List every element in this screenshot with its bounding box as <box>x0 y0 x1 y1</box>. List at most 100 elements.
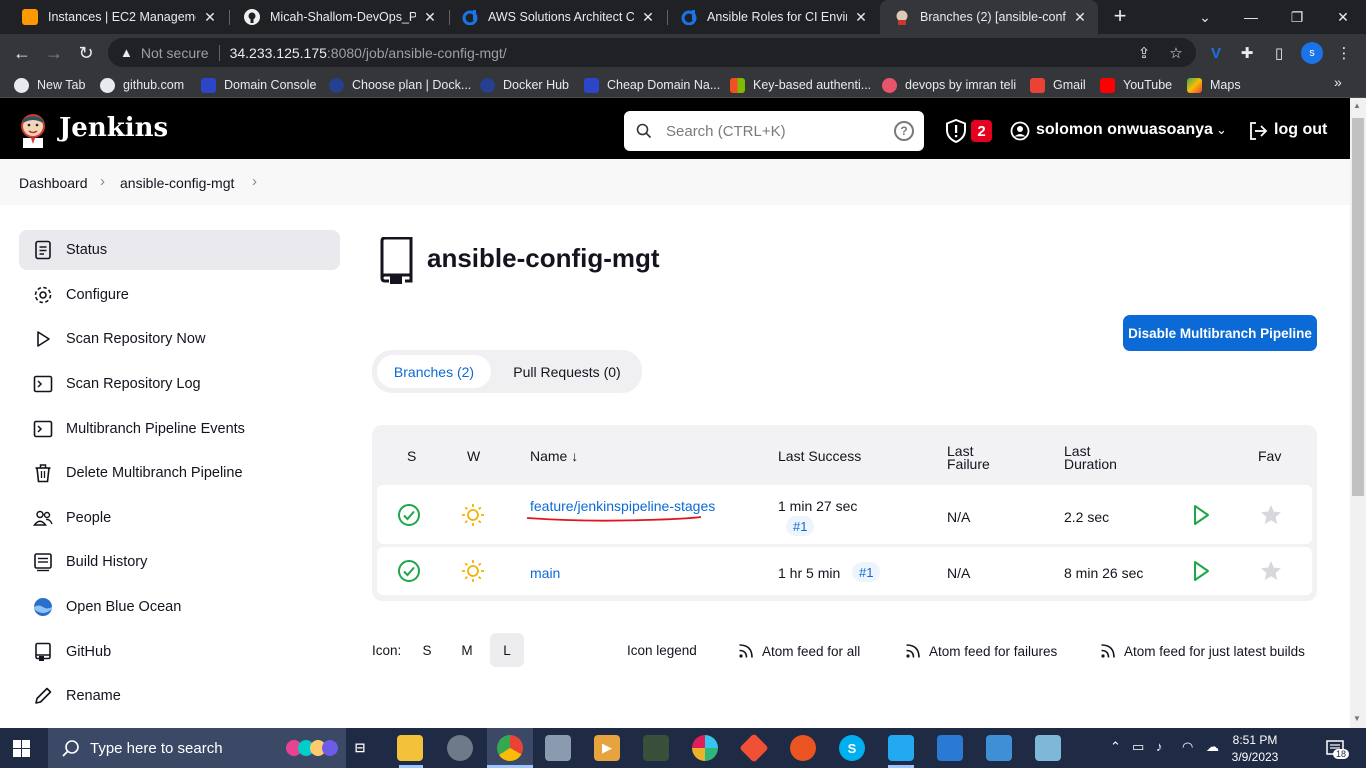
atom-feed-failures-link[interactable]: Atom feed for failures <box>905 643 1057 659</box>
scroll-down-icon[interactable]: ▼ <box>1353 714 1361 723</box>
scroll-up-icon[interactable]: ▲ <box>1353 101 1361 110</box>
media-player-icon[interactable]: ▶ <box>594 735 620 761</box>
icon-size-small[interactable]: S <box>410 633 444 667</box>
close-icon[interactable]: ✕ <box>1072 9 1088 26</box>
logout-icon[interactable] <box>1248 121 1268 141</box>
chevron-right-icon[interactable]: › <box>252 173 257 190</box>
browser-tab-branches[interactable]: Branches (2) [ansible-config- ✕ <box>880 0 1098 34</box>
column-header-weather[interactable]: W <box>467 449 480 463</box>
security-shield-icon[interactable] <box>945 119 967 143</box>
search-box[interactable]: ? <box>624 111 924 151</box>
sidebar-item-scan-now[interactable]: Scan Repository Now <box>19 319 340 359</box>
jenkins-logo-icon[interactable] <box>17 112 49 148</box>
bookmark-docker-hub[interactable]: Docker Hub <box>480 76 569 94</box>
browser-tab-ec2[interactable]: Instances | EC2 Management ✕ <box>8 0 228 34</box>
icon-size-large[interactable]: L <box>490 633 524 667</box>
column-header-last-failure[interactable]: Last Failure <box>947 444 990 471</box>
column-header-last-success[interactable]: Last Success <box>778 449 861 463</box>
play-icon[interactable] <box>1189 559 1213 583</box>
battery-icon[interactable]: ▭ <box>1132 739 1144 755</box>
disable-pipeline-button[interactable]: Disable Multibranch Pipeline <box>1123 315 1317 351</box>
bookmark-devops-imran[interactable]: devops by imran teli <box>882 76 1016 94</box>
forward-button[interactable]: → <box>41 40 67 66</box>
notepad-icon[interactable] <box>1035 735 1061 761</box>
bookmark-new-tab[interactable]: New Tab <box>14 76 85 94</box>
share-icon[interactable]: ⇪ <box>1134 43 1154 63</box>
slack-icon[interactable] <box>692 735 718 761</box>
vscode-icon[interactable] <box>888 735 914 761</box>
snip-tool-icon[interactable] <box>447 735 473 761</box>
system-clock[interactable]: 8:51 PM 3/9/2023 <box>1230 732 1280 766</box>
side-panel-icon[interactable]: ▯ <box>1269 43 1289 63</box>
tab-search-chevron-icon[interactable]: ⌄ <box>1182 0 1228 34</box>
bookmark-domain-console[interactable]: Domain Console <box>201 76 316 94</box>
chrome-icon[interactable] <box>497 735 523 761</box>
chevron-down-icon[interactable]: ⌄ <box>1216 122 1227 138</box>
wifi-icon[interactable]: ◠ <box>1182 739 1193 755</box>
bookmark-key-auth[interactable]: Key-based authenti... <box>730 76 871 94</box>
sidebar-item-people[interactable]: People <box>19 498 340 538</box>
window-close-button[interactable]: ✕ <box>1320 0 1366 34</box>
reload-button[interactable]: ↻ <box>73 40 99 66</box>
warning-icon[interactable]: ▲ <box>120 45 133 60</box>
column-header-status[interactable]: S <box>407 449 416 463</box>
search-input[interactable] <box>666 122 876 140</box>
breadcrumb-dashboard[interactable]: Dashboard <box>19 175 88 191</box>
jenkins-brand[interactable]: Jenkins <box>59 113 168 143</box>
address-bar[interactable]: ▲ Not secure 34.233.125.175:8080/job/ans… <box>108 38 1196 67</box>
icon-legend-link[interactable]: Icon legend <box>627 643 697 658</box>
build-number-link[interactable]: #1 <box>786 516 815 536</box>
tab-branches[interactable]: Branches (2) <box>377 355 491 388</box>
back-button[interactable]: ← <box>9 40 35 66</box>
browser-tab-github[interactable]: Micah-Shallom-DevOps_Proj ✕ <box>230 0 448 34</box>
breadcrumb-project[interactable]: ansible-config-mgt <box>120 175 234 191</box>
close-icon[interactable]: ✕ <box>853 9 869 26</box>
tab-pull-requests[interactable]: Pull Requests (0) <box>502 355 632 388</box>
atom-feed-all-link[interactable]: Atom feed for all <box>738 643 860 659</box>
close-icon[interactable]: ✕ <box>422 9 438 26</box>
sidebar-item-scan-log[interactable]: Scan Repository Log <box>19 364 340 404</box>
user-icon[interactable] <box>1010 121 1030 141</box>
file-explorer-icon[interactable] <box>397 735 423 761</box>
sidebar-item-configure[interactable]: Configure <box>19 275 340 315</box>
sidebar-item-pipeline-events[interactable]: Multibranch Pipeline Events <box>19 409 340 449</box>
bookmark-cheap-domain[interactable]: Cheap Domain Na... <box>584 76 720 94</box>
sidebar-item-github[interactable]: GitHub <box>19 632 340 672</box>
profile-avatar[interactable]: s <box>1301 42 1323 64</box>
branch-link[interactable]: feature/jenkinspipeline-stages <box>530 498 715 514</box>
atom-feed-latest-link[interactable]: Atom feed for just latest builds <box>1100 643 1305 659</box>
sidebar-item-delete[interactable]: Delete Multibranch Pipeline <box>19 453 340 493</box>
volume-icon[interactable]: ♪ <box>1156 739 1163 754</box>
favorite-star-icon[interactable] <box>1259 559 1283 583</box>
vimeo-extension-icon[interactable]: V <box>1206 43 1226 63</box>
photos-app-icon[interactable] <box>545 735 571 761</box>
bookmark-youtube[interactable]: YouTube <box>1100 76 1172 94</box>
taskbar-search[interactable]: Type here to search <box>48 728 346 768</box>
close-icon[interactable]: ✕ <box>640 9 656 26</box>
column-header-name[interactable]: Name ↓ <box>530 449 578 463</box>
video-app-icon[interactable] <box>937 735 963 761</box>
browser-tab-ansible-roles[interactable]: Ansible Roles for CI Environm ✕ <box>667 0 879 34</box>
sidebar-item-build-history[interactable]: Build History <box>19 542 340 582</box>
menu-kebab-icon[interactable]: ⋮ <box>1334 43 1354 63</box>
user-name[interactable]: solomon onwuasoanya <box>1036 121 1213 139</box>
alerts-badge[interactable]: 2 <box>971 120 992 142</box>
column-header-last-duration[interactable]: Last Duration <box>1064 444 1117 471</box>
bookmark-github[interactable]: github.com <box>100 76 184 94</box>
scrollbar-thumb[interactable] <box>1352 118 1364 496</box>
sunny-weather-icon[interactable] <box>461 503 485 527</box>
windows-start-icon[interactable] <box>13 740 30 757</box>
extensions-puzzle-icon[interactable]: ✚ <box>1237 43 1257 63</box>
sidebar-item-status[interactable]: Status <box>19 230 340 270</box>
sidebar-item-blue-ocean[interactable]: Open Blue Ocean <box>19 587 340 627</box>
help-icon[interactable]: ? <box>894 121 914 141</box>
bookmark-docker-plan[interactable]: Choose plan | Dock... <box>329 76 471 94</box>
ubuntu-icon[interactable] <box>790 735 816 761</box>
restore-button[interactable]: ❐ <box>1274 0 1320 34</box>
bookmark-star-icon[interactable]: ☆ <box>1166 43 1186 63</box>
browser-tab-aws-cert[interactable]: AWS Solutions Architect Certi ✕ <box>448 0 666 34</box>
icon-size-medium[interactable]: M <box>450 633 484 667</box>
paint-app-icon[interactable] <box>643 735 669 761</box>
new-tab-button[interactable]: + <box>1108 5 1132 29</box>
build-number-link[interactable]: #1 <box>852 562 881 582</box>
